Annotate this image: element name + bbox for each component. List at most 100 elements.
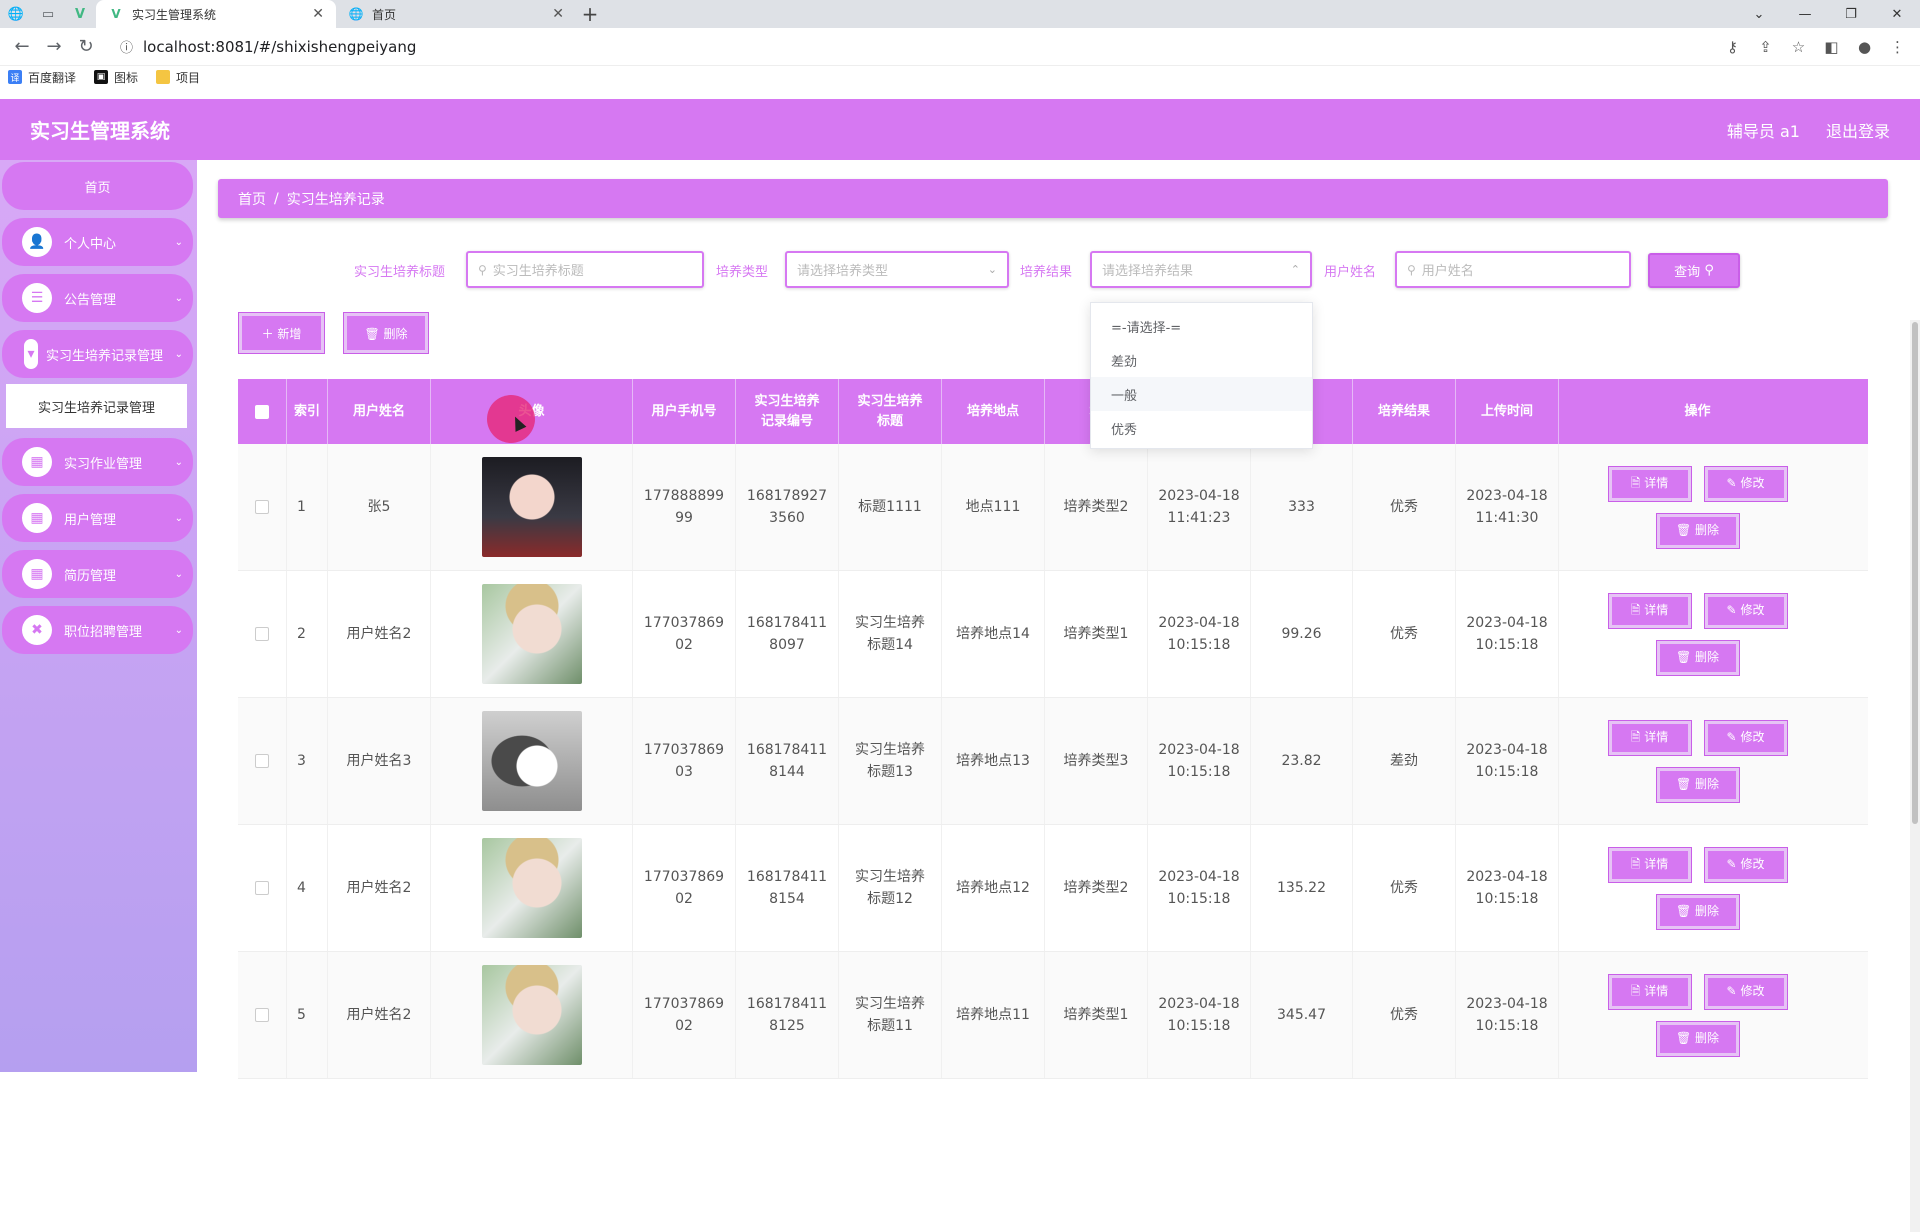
batch-delete-button[interactable]: 🗑 删除: [343, 312, 429, 354]
result-select[interactable]: 请选择培养结果 ⌃: [1090, 251, 1312, 288]
username-search-input[interactable]: ⚲ 用户姓名: [1395, 251, 1631, 288]
minimize-icon[interactable]: —: [1782, 0, 1828, 28]
tab-globe-icon[interactable]: 🌐: [0, 0, 32, 28]
query-button[interactable]: 查询 ⚲: [1648, 253, 1740, 288]
cell-type: 培养类型1: [1063, 1006, 1129, 1023]
cell-idx: 1: [297, 498, 306, 515]
info-icon[interactable]: ⓘ: [120, 37, 133, 56]
sidebar-item-homework[interactable]: ▦ 实习作业管理 ⌄: [2, 438, 193, 486]
close-icon[interactable]: ✕: [312, 6, 324, 22]
tab-active[interactable]: V 实习生管理系统 ✕: [96, 0, 336, 28]
table-row: 4 用户姓名2 177037869 02 168178411 8154 实习生培养 标题12 培…: [238, 825, 1868, 952]
select-all-checkbox[interactable]: [255, 404, 269, 419]
sidebar-item-training[interactable]: ▾ 实习生培养记录管理 ⌄: [2, 330, 193, 378]
header-right: 辅导员 a1 退出登录: [1727, 118, 1890, 142]
cell-line: 8154: [769, 891, 805, 907]
sidebar-item-home[interactable]: 首页: [2, 162, 193, 210]
sidebar-item-notice[interactable]: ☰ 公告管理 ⌄: [2, 274, 193, 322]
placeholder: 用户姓名: [1421, 264, 1474, 279]
table-cell: 2023-04-18 10:15:18: [1148, 952, 1251, 1078]
scrollbar-thumb[interactable]: [1912, 322, 1918, 824]
cell-line: 177037869: [643, 614, 725, 631]
edit-button[interactable]: ✎ 修改: [1703, 846, 1788, 883]
row-checkbox[interactable]: [255, 500, 269, 514]
table-cell[interactable]: [238, 952, 287, 1078]
detail-button[interactable]: 🗎 详情: [1607, 846, 1692, 883]
cell-result: 优秀: [1390, 498, 1418, 515]
th-line: 记录编号: [760, 413, 813, 429]
breadcrumb-current: 实习生培养记录: [286, 191, 385, 208]
scrollbar[interactable]: [1910, 320, 1920, 1232]
tab-vue-icon[interactable]: V: [64, 0, 96, 28]
table-cell[interactable]: [238, 825, 287, 951]
share-icon[interactable]: ⇪: [1749, 38, 1782, 56]
tab-search-icon[interactable]: ⌄: [1736, 0, 1782, 28]
detail-button[interactable]: 🗎 详情: [1607, 465, 1692, 502]
cell-line: 标题1111: [858, 498, 922, 515]
window-close-icon[interactable]: ✕: [1874, 0, 1920, 28]
bookmark-item[interactable]: ▣ 图标: [94, 69, 138, 86]
sidebar-item-users[interactable]: ▦ 用户管理 ⌄: [2, 494, 193, 542]
table-cell: 🗎 详情 ✎ 修改 🗑 删除: [1559, 952, 1836, 1078]
sidebar-item-resume[interactable]: ▦ 简历管理 ⌄: [2, 550, 193, 598]
bookmark-label: 百度翻译: [28, 70, 77, 85]
select-all-cell[interactable]: [238, 379, 287, 444]
close-icon[interactable]: ✕: [552, 6, 564, 22]
detail-button[interactable]: 🗎 详情: [1607, 592, 1692, 629]
row-checkbox[interactable]: [255, 627, 269, 641]
url-input[interactable]: ⓘ localhost:8081/#/shixishengpeiyang: [110, 32, 1708, 62]
edit-button[interactable]: ✎ 修改: [1703, 465, 1788, 502]
tab-blank-icon[interactable]: ▭: [32, 0, 64, 28]
table-cell: 用户姓名2: [328, 571, 431, 697]
dropdown-option[interactable]: 一般: [1091, 377, 1312, 411]
edit-button[interactable]: ✎ 修改: [1703, 719, 1788, 756]
table-cell: 5: [287, 952, 328, 1078]
new-tab-button[interactable]: +: [576, 0, 604, 28]
table-cell[interactable]: [238, 571, 287, 697]
dropdown-option[interactable]: 差劲: [1091, 343, 1312, 377]
tab-home[interactable]: 🌐 首页 ✕: [336, 0, 576, 28]
breadcrumb-home[interactable]: 首页: [238, 189, 266, 209]
star-icon[interactable]: ☆: [1782, 38, 1815, 56]
sidebar-item-jobs[interactable]: ✖ 职位招聘管理 ⌄: [2, 606, 193, 654]
delete-button[interactable]: 🗑 删除: [1655, 639, 1740, 676]
delete-button[interactable]: 🗑 删除: [1655, 766, 1740, 803]
table-cell[interactable]: [238, 698, 287, 824]
delete-button[interactable]: 🗑 删除: [1655, 512, 1740, 549]
edit-button[interactable]: ✎ 修改: [1703, 973, 1788, 1010]
delete-button[interactable]: 🗑 删除: [1655, 1020, 1740, 1057]
sidebar-item-personal[interactable]: 👤 个人中心 ⌄: [2, 218, 193, 266]
reload-icon[interactable]: ↻: [70, 31, 102, 63]
restore-icon[interactable]: ❐: [1828, 0, 1874, 28]
dropdown-option[interactable]: =-请选择-=: [1091, 309, 1312, 343]
detail-button[interactable]: 🗎 详情: [1607, 719, 1692, 756]
table-cell: 实习生培养 标题11: [839, 952, 942, 1078]
forward-icon[interactable]: →: [38, 31, 70, 63]
cell-place: 培养地点12: [956, 879, 1030, 896]
cell-line: 99: [675, 510, 693, 526]
row-checkbox[interactable]: [255, 881, 269, 895]
table-cell: 培养类型3: [1045, 698, 1148, 824]
profile-icon[interactable]: ●: [1848, 38, 1881, 56]
sidebar-subitem-training-records[interactable]: 实习生培养记录管理: [6, 384, 187, 428]
type-select[interactable]: 请选择培养类型 ⌄: [785, 251, 1009, 288]
delete-button[interactable]: 🗑 删除: [1655, 893, 1740, 930]
row-checkbox[interactable]: [255, 1008, 269, 1022]
table-cell[interactable]: [238, 444, 287, 570]
logout-link[interactable]: 退出登录: [1826, 118, 1890, 142]
sidebar-item-label: 实习作业管理: [64, 456, 143, 472]
sidepanel-icon[interactable]: ◧: [1815, 38, 1848, 56]
title-search-input[interactable]: ⚲ 实习生培养标题: [466, 251, 704, 288]
dropdown-option[interactable]: 优秀: [1091, 411, 1312, 445]
edit-button[interactable]: ✎ 修改: [1703, 592, 1788, 629]
bookmark-item[interactable]: 译百度翻译: [8, 69, 76, 86]
menu-icon[interactable]: ⋮: [1881, 38, 1914, 56]
row-checkbox[interactable]: [255, 754, 269, 768]
key-icon[interactable]: ⚷: [1716, 38, 1749, 56]
bookmark-item[interactable]: 项目: [156, 69, 200, 86]
back-icon[interactable]: ←: [6, 31, 38, 63]
add-button[interactable]: ＋ 新增: [238, 312, 325, 354]
cell-line: 168178411: [746, 741, 828, 758]
detail-button[interactable]: 🗎 详情: [1607, 973, 1692, 1010]
cell-line: 标题13: [867, 764, 913, 780]
